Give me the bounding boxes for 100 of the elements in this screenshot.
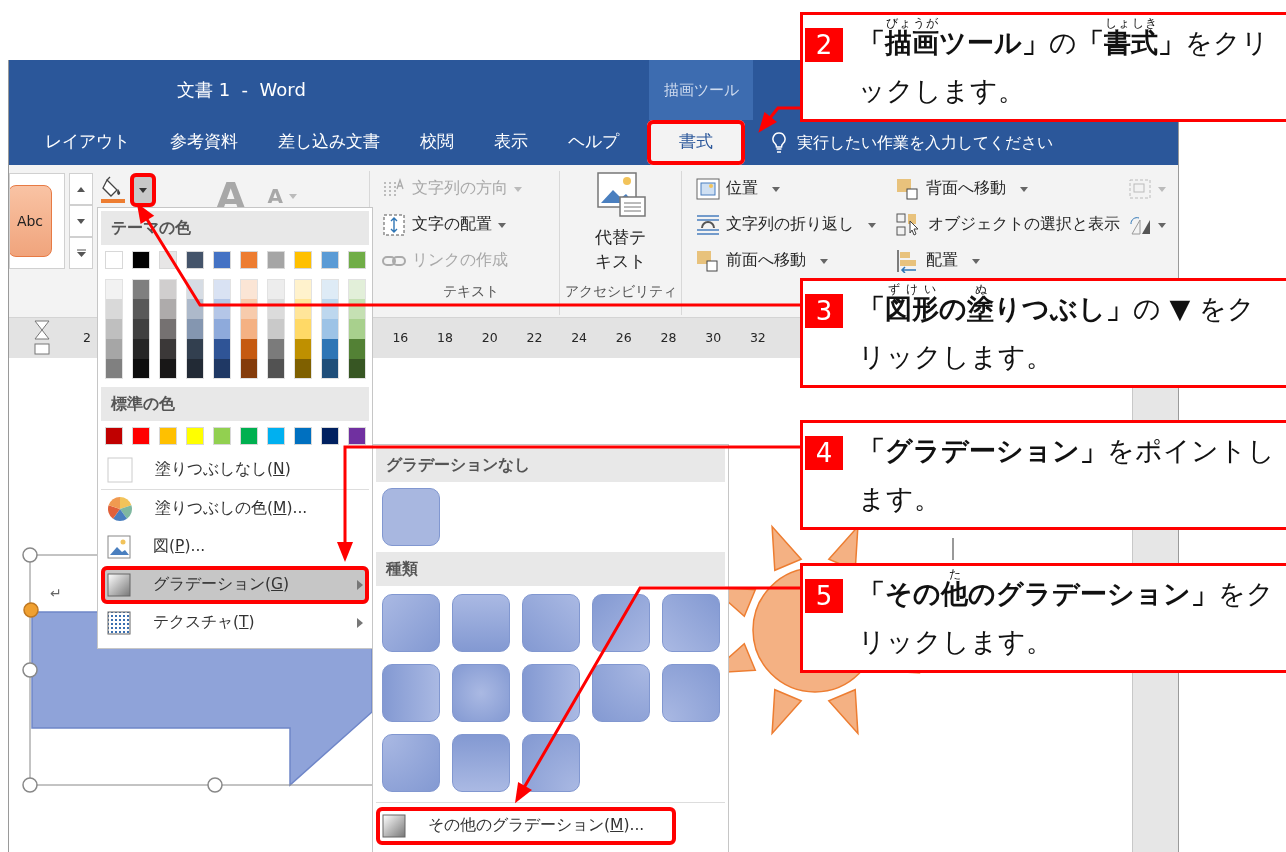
- color-swatch[interactable]: [159, 319, 177, 339]
- color-swatch[interactable]: [132, 299, 150, 319]
- color-swatch[interactable]: [240, 319, 258, 339]
- menu-item[interactable]: 塗りつぶしの色(M)...: [101, 490, 369, 528]
- color-swatch[interactable]: [132, 339, 150, 359]
- gradient-swatch[interactable]: [662, 594, 720, 652]
- gradient-swatch[interactable]: [382, 664, 440, 722]
- menu-item[interactable]: グラデーション(G): [101, 566, 369, 604]
- fill-dropdown-button[interactable]: [130, 173, 156, 207]
- color-swatch[interactable]: [159, 359, 177, 379]
- color-swatch[interactable]: [321, 427, 339, 445]
- scroll-down-button[interactable]: [69, 205, 93, 237]
- color-swatch[interactable]: [348, 339, 366, 359]
- ribbon-button[interactable]: 配置: [892, 243, 1124, 279]
- ribbon-button[interactable]: オブジェクトの選択と表示: [892, 207, 1124, 243]
- color-swatch[interactable]: [159, 299, 177, 319]
- color-swatch[interactable]: [267, 279, 285, 299]
- ribbon-tab[interactable]: 校閲: [400, 120, 474, 165]
- menu-item[interactable]: その他のグラデーション(M)...: [376, 807, 676, 845]
- color-swatch[interactable]: [267, 299, 285, 319]
- color-swatch[interactable]: [321, 299, 339, 319]
- gradient-swatch[interactable]: [452, 594, 510, 652]
- color-swatch[interactable]: [132, 359, 150, 379]
- color-swatch[interactable]: [105, 279, 123, 299]
- color-swatch[interactable]: [186, 251, 204, 269]
- color-swatch[interactable]: [159, 339, 177, 359]
- color-swatch[interactable]: [240, 299, 258, 319]
- color-swatch[interactable]: [213, 359, 231, 379]
- color-swatch[interactable]: [132, 427, 150, 445]
- gradient-swatch[interactable]: [382, 594, 440, 652]
- menu-item[interactable]: 塗りつぶしなし(N): [101, 451, 369, 489]
- color-swatch[interactable]: [132, 279, 150, 299]
- color-swatch[interactable]: [267, 339, 285, 359]
- color-swatch[interactable]: [321, 279, 339, 299]
- ribbon-button[interactable]: 背面へ移動: [892, 171, 1124, 207]
- ribbon-tab[interactable]: レイアウト: [25, 120, 150, 165]
- indent-marker-icon[interactable]: [34, 320, 50, 356]
- color-swatch[interactable]: [267, 359, 285, 379]
- alt-text-button[interactable]: 代替テキスト: [589, 171, 652, 281]
- color-swatch[interactable]: [105, 339, 123, 359]
- gradient-swatch[interactable]: [452, 734, 510, 792]
- ribbon-tab[interactable]: 参考資料: [150, 120, 258, 165]
- color-swatch[interactable]: [294, 251, 312, 269]
- gradient-swatch[interactable]: [522, 734, 580, 792]
- gradient-swatch[interactable]: [662, 664, 720, 722]
- color-swatch[interactable]: [348, 279, 366, 299]
- color-swatch[interactable]: [240, 359, 258, 379]
- color-swatch[interactable]: [132, 251, 150, 269]
- color-swatch[interactable]: [348, 359, 366, 379]
- color-swatch[interactable]: [213, 339, 231, 359]
- color-swatch[interactable]: [186, 299, 204, 319]
- color-swatch[interactable]: [240, 279, 258, 299]
- ribbon-tab[interactable]: 表示: [474, 120, 548, 165]
- scroll-up-button[interactable]: [69, 173, 93, 205]
- color-swatch[interactable]: [294, 319, 312, 339]
- ribbon-tab[interactable]: 書式: [647, 120, 745, 165]
- color-swatch[interactable]: [105, 427, 123, 445]
- color-swatch[interactable]: [321, 339, 339, 359]
- menu-item[interactable]: テクスチャ(T): [101, 604, 369, 642]
- color-swatch[interactable]: [294, 299, 312, 319]
- ribbon-button[interactable]: 前面へ移動: [692, 243, 892, 279]
- color-swatch[interactable]: [321, 251, 339, 269]
- color-swatch[interactable]: [240, 251, 258, 269]
- color-swatch[interactable]: [321, 359, 339, 379]
- color-swatch[interactable]: [186, 319, 204, 339]
- color-swatch[interactable]: [213, 279, 231, 299]
- color-swatch[interactable]: [267, 251, 285, 269]
- gradient-swatch[interactable]: [592, 664, 650, 722]
- gradient-swatch[interactable]: [382, 734, 440, 792]
- color-swatch[interactable]: [294, 279, 312, 299]
- color-swatch[interactable]: [348, 427, 366, 445]
- color-swatch[interactable]: [267, 427, 285, 445]
- menu-item[interactable]: 図(P)...: [101, 528, 369, 566]
- color-swatch[interactable]: [213, 319, 231, 339]
- ribbon-button[interactable]: 文字の配置: [378, 207, 559, 243]
- color-swatch[interactable]: [105, 359, 123, 379]
- color-swatch[interactable]: [348, 299, 366, 319]
- color-swatch[interactable]: [213, 427, 231, 445]
- ribbon-button[interactable]: 文字列の折り返し: [692, 207, 892, 243]
- color-swatch[interactable]: [348, 319, 366, 339]
- color-swatch[interactable]: [213, 299, 231, 319]
- gradient-swatch[interactable]: [382, 488, 440, 546]
- color-swatch[interactable]: [105, 299, 123, 319]
- color-swatch[interactable]: [132, 319, 150, 339]
- gradient-swatch[interactable]: [522, 594, 580, 652]
- gradient-swatch[interactable]: [452, 664, 510, 722]
- color-swatch[interactable]: [294, 359, 312, 379]
- ribbon-tab[interactable]: 差し込み文書: [258, 120, 400, 165]
- color-swatch[interactable]: [159, 279, 177, 299]
- style-preset[interactable]: Abc: [10, 185, 52, 257]
- gallery-more-button[interactable]: [69, 237, 93, 269]
- gradient-swatch[interactable]: [522, 664, 580, 722]
- color-swatch[interactable]: [186, 359, 204, 379]
- tell-me-field[interactable]: 実行したい作業を入力してください: [797, 130, 1097, 155]
- color-swatch[interactable]: [240, 427, 258, 445]
- color-swatch[interactable]: [186, 339, 204, 359]
- gradient-swatch[interactable]: [592, 594, 650, 652]
- color-swatch[interactable]: [105, 251, 123, 269]
- color-swatch[interactable]: [105, 319, 123, 339]
- color-swatch[interactable]: [321, 319, 339, 339]
